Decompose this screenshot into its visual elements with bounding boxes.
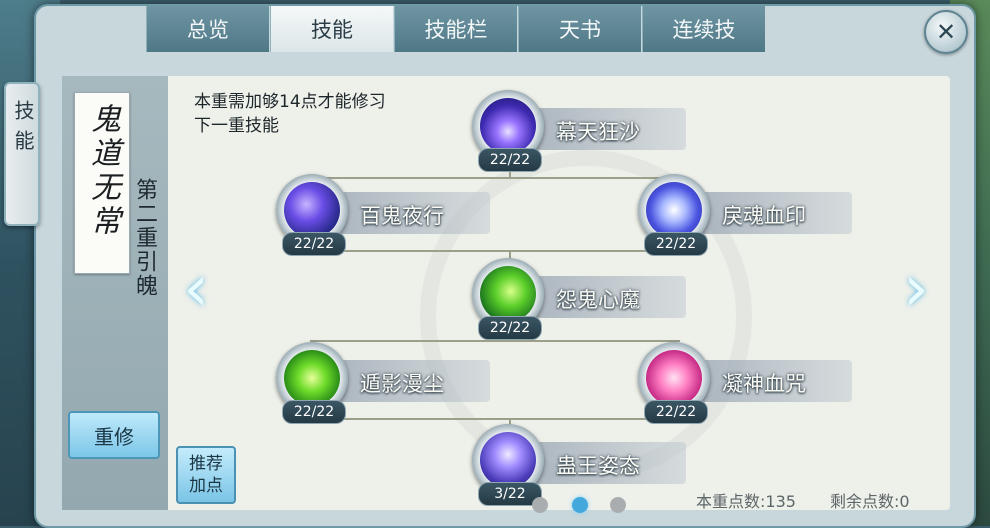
pink-shield-icon: [646, 350, 702, 406]
tier-points-label: 本重点数:: [696, 492, 766, 511]
skill-level: 22/22: [282, 232, 346, 256]
skill-name: 幕天狂沙: [556, 120, 640, 144]
skill-name: 戾魂血印: [722, 204, 806, 228]
purple-beam-icon: [480, 98, 536, 154]
skill-name: 蛊王姿态: [556, 454, 640, 478]
tier-name: 第二重引魄: [132, 178, 157, 298]
skill-name: 遁影漫尘: [360, 372, 444, 396]
skill-name: 怨鬼心魔: [556, 288, 640, 312]
reset-skills-button[interactable]: 重修: [68, 411, 160, 459]
tab-skill-bar[interactable]: 技能栏: [394, 6, 517, 52]
recommend-label-line1: 推荐: [189, 454, 223, 474]
close-button[interactable]: ✕: [924, 10, 968, 54]
skill-level: 22/22: [282, 400, 346, 424]
purple-figure-icon: [480, 432, 536, 488]
tab-heavenly-book[interactable]: 天书: [518, 6, 641, 52]
page-dot[interactable]: [610, 497, 626, 513]
skill-name: 百鬼夜行: [360, 204, 444, 228]
green-ghost-icon: [480, 266, 536, 322]
tier-requirement-tip: 本重需加够14点才能修习下一重技能: [194, 92, 386, 136]
remaining-points: 剩余点数:0: [830, 488, 910, 512]
skill-level: 22/22: [644, 232, 708, 256]
close-icon: ✕: [935, 18, 957, 46]
skill-node[interactable]: 凝神血咒 22/22: [638, 342, 878, 424]
side-tab-skills[interactable]: 技能: [4, 82, 40, 226]
skill-node[interactable]: 百鬼夜行 22/22: [276, 174, 516, 256]
green-shield-icon: [284, 350, 340, 406]
page-dot[interactable]: [532, 497, 548, 513]
tab-combo-skills[interactable]: 连续技: [642, 6, 765, 52]
tier-points-value: 135: [765, 492, 796, 511]
side-tab-label: 技能: [11, 100, 35, 160]
skill-node[interactable]: 戾魂血印 22/22: [638, 174, 878, 256]
prev-page-arrow-icon[interactable]: ‹: [178, 252, 214, 326]
tier-points: 本重点数:135: [696, 488, 796, 512]
blue-seal-icon: [646, 182, 702, 238]
recommend-points-button[interactable]: 推荐 加点: [176, 446, 236, 504]
purple-storm-icon: [284, 182, 340, 238]
skill-node[interactable]: 蛊王姿态 3/22: [472, 424, 712, 506]
remaining-points-value: 0: [899, 492, 910, 511]
remaining-points-label: 剩余点数:: [830, 492, 900, 511]
skill-level: 22/22: [478, 148, 542, 172]
skill-node[interactable]: 遁影漫尘 22/22: [276, 342, 516, 424]
skill-level: 22/22: [478, 316, 542, 340]
school-scroll: 鬼道无常: [74, 92, 130, 274]
recommend-label-line2: 加点: [189, 476, 223, 496]
school-name: 鬼道无常: [85, 103, 120, 239]
tab-skills[interactable]: 技能: [270, 6, 393, 52]
next-page-arrow-icon[interactable]: ›: [898, 252, 934, 326]
tab-overview[interactable]: 总览: [146, 6, 269, 52]
skill-node[interactable]: 幕天狂沙 22/22: [472, 90, 712, 172]
tab-bar: 总览 技能 技能栏 天书 连续技: [146, 6, 766, 52]
skill-node[interactable]: 怨鬼心魔 22/22: [472, 258, 712, 340]
skill-level: 22/22: [644, 400, 708, 424]
page-dot-active[interactable]: [572, 497, 588, 513]
skill-name: 凝神血咒: [722, 372, 806, 396]
